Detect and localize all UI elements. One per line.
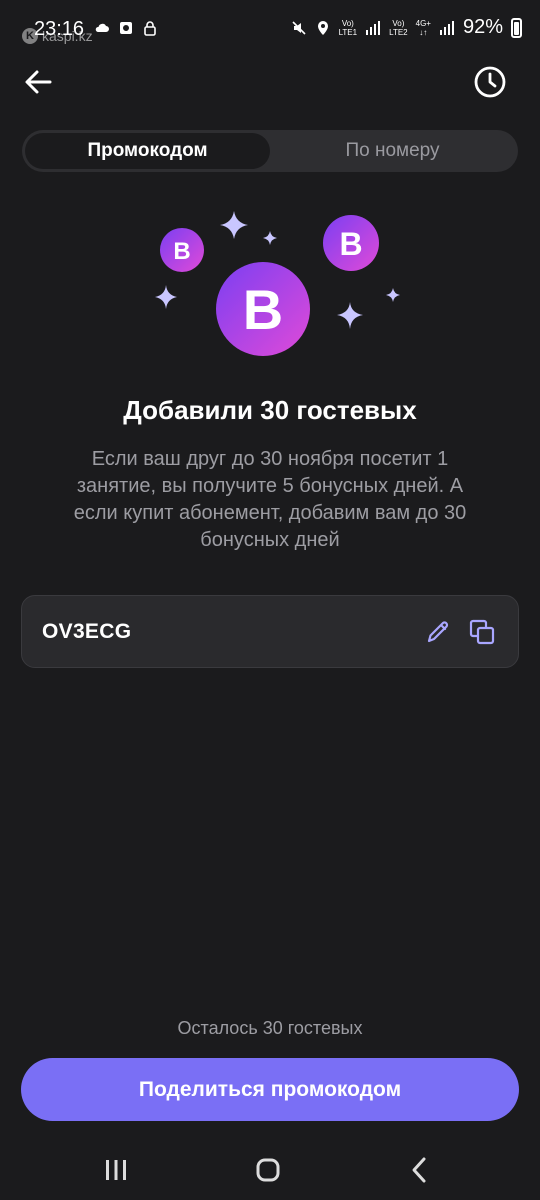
battery-percent: 92%: [462, 16, 503, 38]
sim2-indicator: Vo) LTE2: [389, 18, 408, 37]
mode-tabs: Промокодом По номеру: [22, 130, 518, 172]
share-promo-button[interactable]: Поделиться промокодом: [21, 1058, 519, 1121]
remaining-guests: Осталось 30 гостевых: [177, 1018, 363, 1038]
sparkle-icon: [263, 231, 277, 245]
watermark-text: kaspi.kz: [42, 28, 93, 44]
bonus-illustration: B B B: [155, 211, 400, 356]
media-icon: [120, 22, 132, 34]
sparkle-icon: [337, 302, 363, 329]
copy-icon[interactable]: [468, 618, 496, 646]
tab-promo-code[interactable]: Промокодом: [25, 133, 270, 169]
recent-apps-icon[interactable]: [96, 1154, 136, 1186]
promo-code-value[interactable]: OV3ECG: [42, 620, 131, 644]
pencil-icon[interactable]: [424, 618, 452, 646]
badge-small-right: B: [323, 215, 379, 271]
home-icon[interactable]: [248, 1154, 288, 1186]
signal-icon: [439, 20, 454, 35]
back-chevron-icon[interactable]: [400, 1154, 440, 1186]
notification-icons: [94, 20, 158, 36]
watermark: K kaspi.kz: [22, 28, 93, 44]
system-status: Vo) LTE1 Vo) LTE2 4G+ ↓↑ 92%: [291, 16, 522, 39]
watermark-logo-icon: K: [22, 28, 38, 44]
top-bar: [0, 60, 540, 104]
battery-icon: [511, 17, 522, 38]
promo-code-field: OV3ECG: [21, 595, 519, 668]
system-nav-bar: [0, 1140, 540, 1200]
clock-history-icon[interactable]: [472, 64, 508, 100]
badge-letter: B: [339, 226, 362, 262]
lock-icon: [144, 21, 156, 36]
badge-small-left: B: [160, 228, 204, 272]
page-title: Добавили 30 гостевых: [123, 395, 417, 425]
sim1-indicator: Vo) LTE1: [338, 18, 358, 37]
description: Если ваш друг до 30 ноября посетит 1 зан…: [73, 448, 467, 551]
status-bar: 23:16 K kaspi.kz Vo) LTE1 Vo) LTE2 4G+ ↓↑ 9…: [0, 0, 540, 60]
arrow-left-icon[interactable]: [20, 64, 56, 100]
network-type: 4G+ ↓↑: [415, 18, 431, 37]
signal-icon: [366, 20, 381, 35]
sparkle-icon: [386, 288, 400, 302]
sparkle-icon: [155, 285, 177, 309]
location-icon: [317, 20, 328, 35]
cloud-icon: [95, 23, 109, 32]
badge-letter: B: [173, 238, 190, 265]
sparkle-icon: [220, 211, 248, 239]
tab-by-phone[interactable]: По номеру: [270, 133, 515, 169]
mute-icon: [291, 20, 306, 35]
badge-large: B: [216, 262, 310, 356]
badge-letter: B: [243, 278, 283, 341]
